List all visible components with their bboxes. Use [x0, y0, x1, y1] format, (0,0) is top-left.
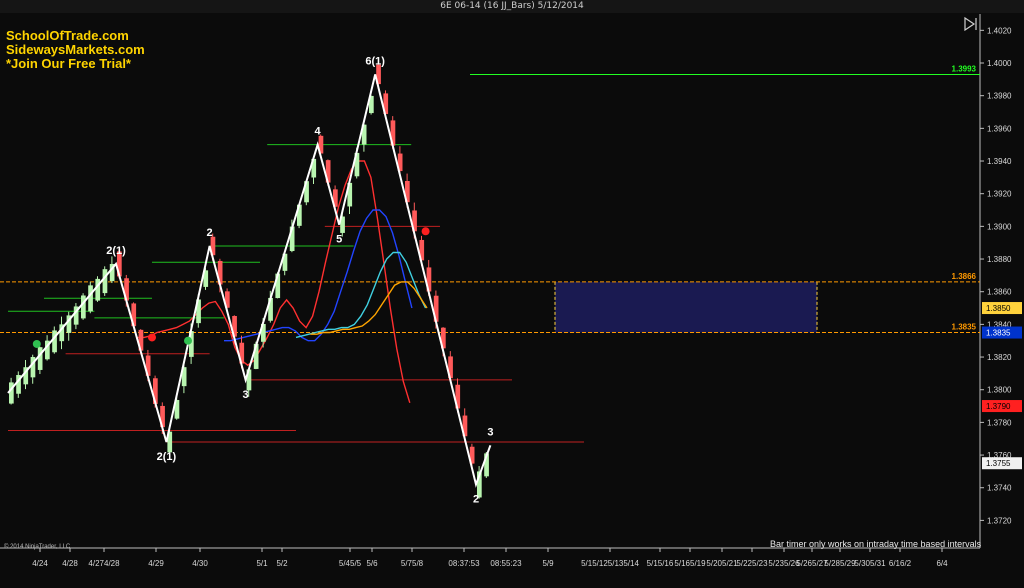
- plot-background: [0, 14, 1024, 588]
- time-tick-label: 5/165/19: [674, 559, 706, 568]
- chart-window: 6E 06-14 (16 JJ_Bars) 5/12/2014 1.4020 1.…: [0, 0, 1024, 588]
- signal-dot: [32, 339, 41, 348]
- time-tick-label: 5/6: [366, 559, 378, 568]
- zigzag-label: 2: [473, 493, 479, 505]
- time-tick-label: 5/9: [542, 559, 554, 568]
- price-tick-label: 1.3740: [987, 484, 1012, 493]
- time-tick-label: 4/24: [32, 559, 48, 568]
- price-tick-label: 1.3980: [987, 92, 1012, 101]
- level-label: 1.3835: [952, 323, 977, 332]
- zigzag-label: 2: [207, 227, 213, 239]
- time-tick-label: 5/45/5: [339, 559, 362, 568]
- zone-box: [555, 281, 817, 333]
- level-label: 1.3993: [952, 64, 977, 73]
- price-tick-label: 1.3880: [987, 255, 1012, 264]
- price-tag-label: 1.3850: [986, 304, 1011, 313]
- zigzag-label: 6(1): [365, 55, 385, 67]
- price-tick-label: 1.3900: [987, 222, 1012, 231]
- signal-dot: [184, 336, 192, 345]
- time-tick-label: 4/30: [192, 559, 208, 568]
- time-tick-label: 5/2: [276, 559, 288, 568]
- time-tick-label: 4/28: [62, 559, 78, 568]
- time-tick-label: 5/225/23: [736, 559, 768, 568]
- time-tick-label: 5/205/21: [706, 559, 738, 568]
- branding-block: SchoolOfTrade.com SidewaysMarkets.com *J…: [6, 29, 145, 71]
- candle-body: [88, 285, 93, 312]
- price-tick-label: 1.3920: [987, 190, 1012, 199]
- zigzag-label: 2(1): [157, 451, 177, 463]
- price-tick-label: 1.3960: [987, 124, 1012, 133]
- time-tick-label: 5/75/8: [401, 559, 424, 568]
- time-tick-label: 6/4: [936, 559, 948, 568]
- zigzag-label: 5: [336, 234, 342, 246]
- price-tick-label: 1.3800: [987, 386, 1012, 395]
- copyright-text: © 2014 NinjaTrader, LLC: [4, 544, 71, 550]
- price-chart[interactable]: 1.4020 1.4000 1.3980 1.3960 1.3940 1.3920 1.39…: [0, 0, 1024, 588]
- zigzag-label: 2(1): [106, 245, 126, 257]
- price-tick-label: 1.3780: [987, 418, 1012, 427]
- candle-body: [37, 347, 43, 370]
- price-tick-label: 1.3720: [987, 516, 1012, 525]
- time-tick-label: 5/15/16: [647, 559, 674, 568]
- price-tick-label: 1.3940: [987, 157, 1012, 166]
- time-tick-label: 4/274/28: [88, 559, 120, 568]
- time-tick-label: 4/29: [148, 559, 164, 568]
- branding-line: *Join Our Free Trial*: [6, 56, 131, 71]
- time-tick-label: 5/15/125/135/14: [581, 559, 639, 568]
- zigzag-label: 3: [243, 389, 249, 401]
- signal-dot: [148, 333, 156, 342]
- bar-timer-note: Bar timer only works on intraday time ba…: [770, 539, 982, 549]
- price-tick-label: 1.4020: [987, 26, 1012, 35]
- candle-body: [95, 278, 101, 301]
- time-tick-label: 5/1: [256, 559, 268, 568]
- candle-body: [52, 330, 57, 353]
- time-tick-label: 6/16/2: [889, 559, 912, 568]
- time-tick-label: 5/285/29: [824, 559, 856, 568]
- zigzag-label: 3: [487, 426, 493, 438]
- price-tag-label: 1.3790: [986, 402, 1011, 411]
- candle-body: [81, 295, 86, 319]
- time-tick-label: 5/265/27: [796, 559, 828, 568]
- time-tick-label: 5/235/26: [768, 559, 800, 568]
- price-tag-label: 1.3755: [986, 459, 1011, 468]
- price-tick-label: 1.4000: [987, 59, 1012, 68]
- time-tick-label: 08:55:23: [490, 559, 522, 568]
- level-label: 1.3866: [952, 272, 977, 281]
- signal-dot: [421, 227, 430, 236]
- zigzag-label: 4: [315, 126, 322, 138]
- branding-line: SchoolOfTrade.com: [6, 28, 129, 43]
- branding-line: SidewaysMarkets.com: [6, 42, 145, 57]
- price-tick-label: 1.3820: [987, 353, 1012, 362]
- play-pause-icon[interactable]: [964, 17, 978, 31]
- price-tag-label: 1.3835: [986, 329, 1011, 338]
- candle-body: [102, 269, 108, 294]
- time-tick-label: 5/305/31: [854, 559, 886, 568]
- time-tick-label: 08:37:53: [448, 559, 480, 568]
- price-tick-label: 1.3860: [987, 288, 1012, 297]
